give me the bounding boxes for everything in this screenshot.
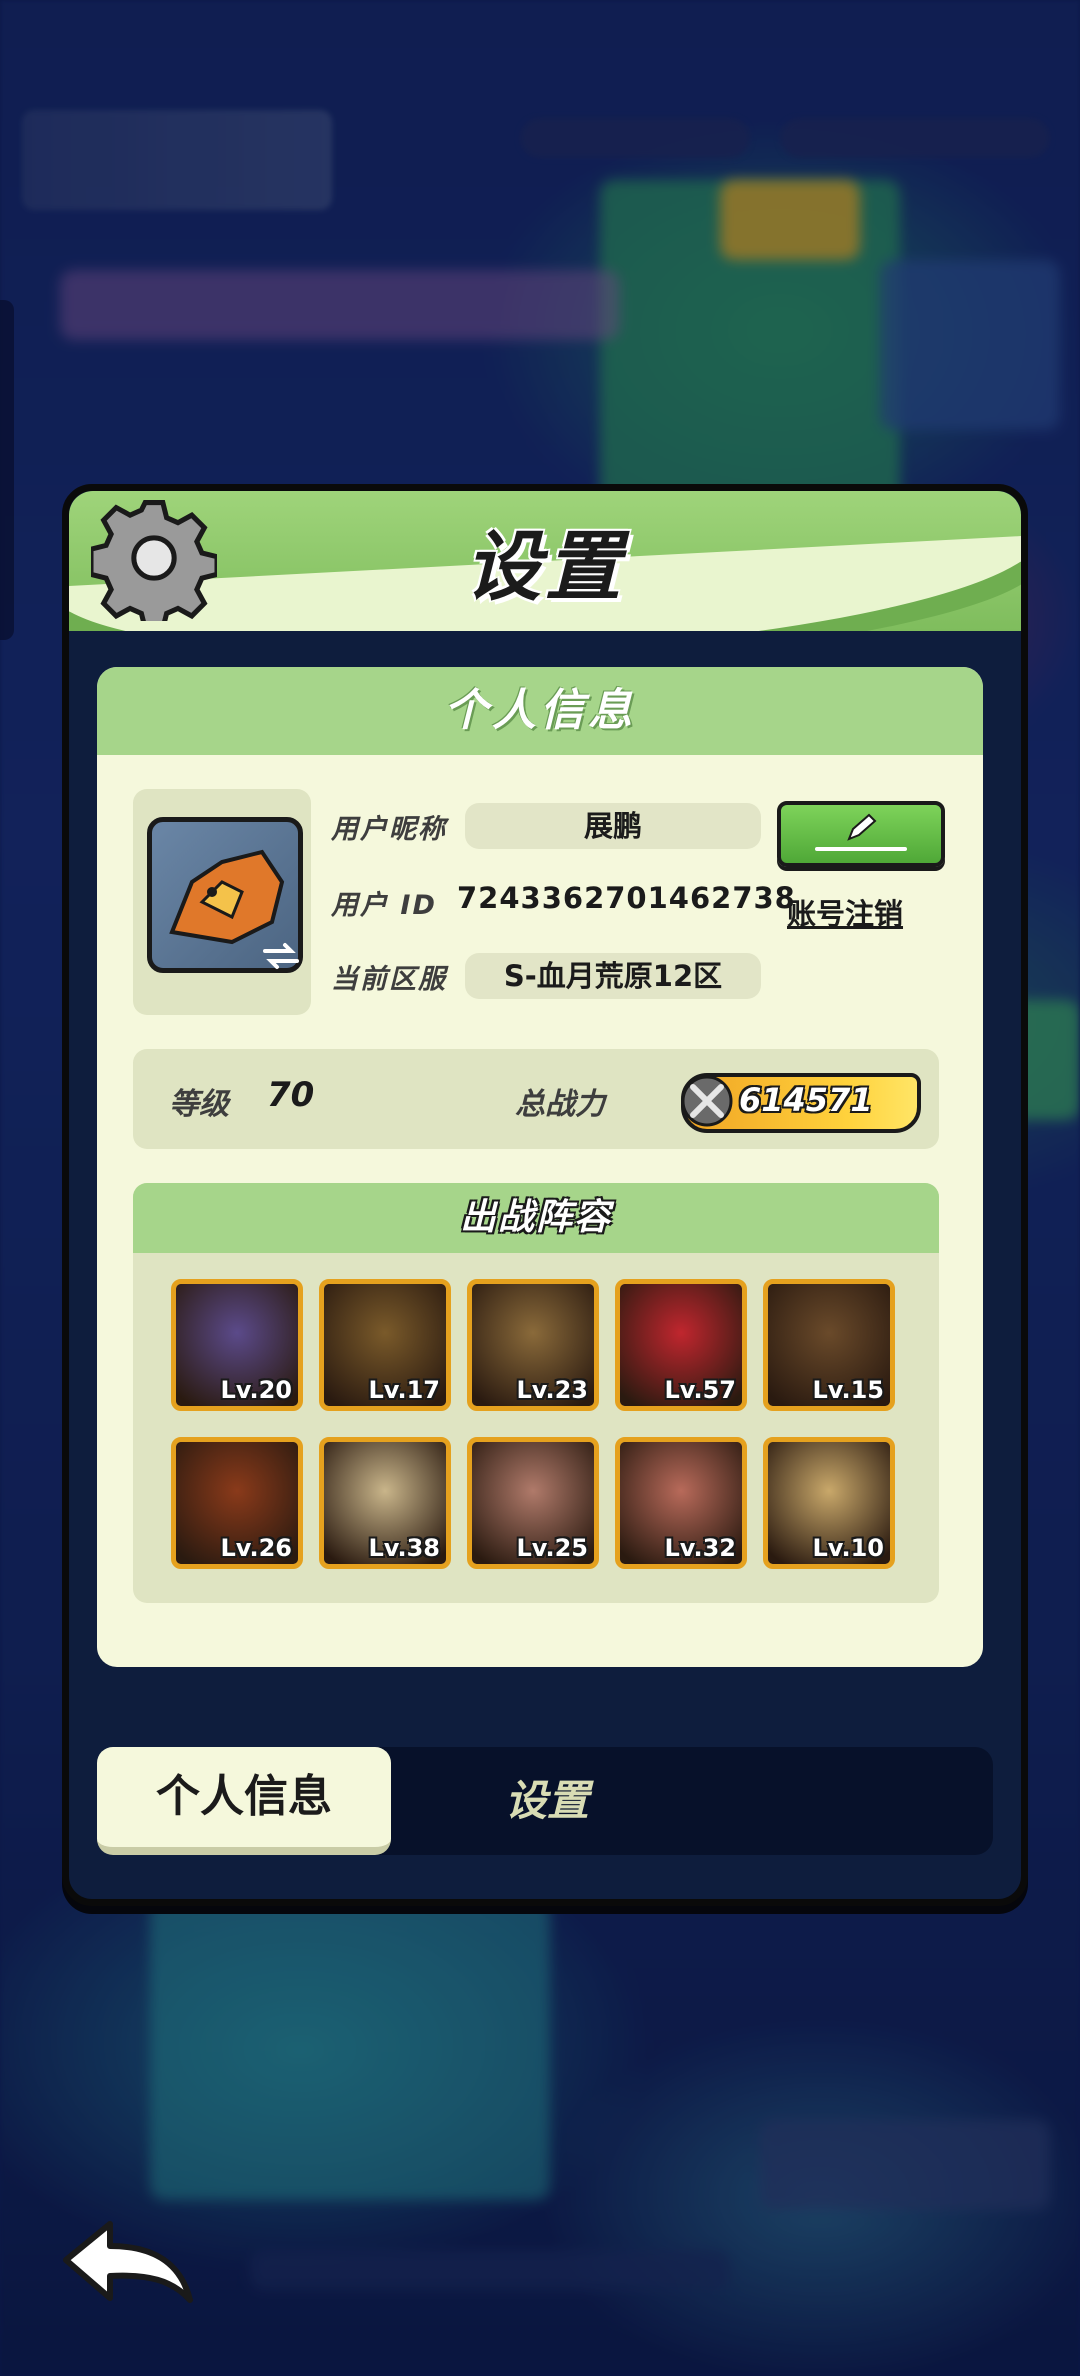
hero-card[interactable]: Lv.32 [615,1437,747,1569]
hero-level: Lv.38 [368,1534,441,1562]
back-arrow-icon[interactable] [56,2210,196,2310]
power-value: 614571 [739,1081,873,1119]
id-label: 用户 ID [331,890,437,921]
panel-title: 设置 [465,522,625,611]
profile-card: 个人信息 用户昵称 展鹏 用户 ID 7243362701462738 账号注销… [97,667,983,1667]
nickname-label: 用户昵称 [331,814,447,845]
settings-panel: 设置 个人信息 用户昵称 展鹏 用户 ID 7243362701462738 账… [62,484,1028,1906]
panel-header: 设置 [69,491,1021,631]
crossed-swords-icon [681,1075,733,1127]
hero-level: Lv.32 [664,1534,737,1562]
tab-profile[interactable]: 个人信息 [97,1747,391,1855]
hero-card[interactable]: Lv.57 [615,1279,747,1411]
hero-level: Lv.10 [812,1534,885,1562]
hero-card[interactable]: Lv.17 [319,1279,451,1411]
edit-nickname-button[interactable] [777,801,945,867]
hero-level: Lv.57 [664,1376,737,1404]
hero-card[interactable]: Lv.10 [763,1437,895,1569]
power-label: 总战力 [515,1087,605,1122]
hero-card[interactable]: Lv.15 [763,1279,895,1411]
hero-level: Lv.23 [516,1376,589,1404]
hero-card[interactable]: Lv.23 [467,1279,599,1411]
hero-level: Lv.17 [368,1376,441,1404]
pencil-icon [847,813,877,841]
cancel-account-link[interactable]: 账号注销 [787,891,903,933]
stats-bar: 等级 70 总战力 614571 [133,1049,939,1149]
hero-card[interactable]: Lv.20 [171,1279,303,1411]
nickname-value: 展鹏 [465,803,761,849]
server-value: S-血月荒原12区 [465,953,761,999]
hero-level: Lv.15 [812,1376,885,1404]
power-badge: 614571 [681,1073,921,1133]
level-label: 等级 [169,1087,229,1122]
battle-lineup: 出战阵容 Lv.20 Lv.17 Lv.23 Lv.57 Lv.15 Lv.26 Lv.38… [133,1183,939,1603]
id-value: 7243362701462738 [457,881,796,915]
hero-card[interactable]: Lv.25 [467,1437,599,1569]
hero-level: Lv.20 [220,1376,293,1404]
hero-card[interactable]: Lv.38 [319,1437,451,1569]
level-value: 70 [267,1075,315,1115]
hero-level: Lv.26 [220,1534,293,1562]
lineup-title: 出战阵容 [133,1183,939,1253]
avatar-container[interactable] [133,789,311,1015]
server-label: 当前区服 [331,964,447,995]
hero-card[interactable]: Lv.26 [171,1437,303,1569]
profile-section-title: 个人信息 [97,667,983,755]
swap-avatar-icon[interactable] [261,941,301,971]
bottom-tabs: 个人信息 设置 [97,1747,993,1855]
tab-settings[interactable]: 设置 [397,1747,697,1855]
hero-level: Lv.25 [516,1534,589,1562]
